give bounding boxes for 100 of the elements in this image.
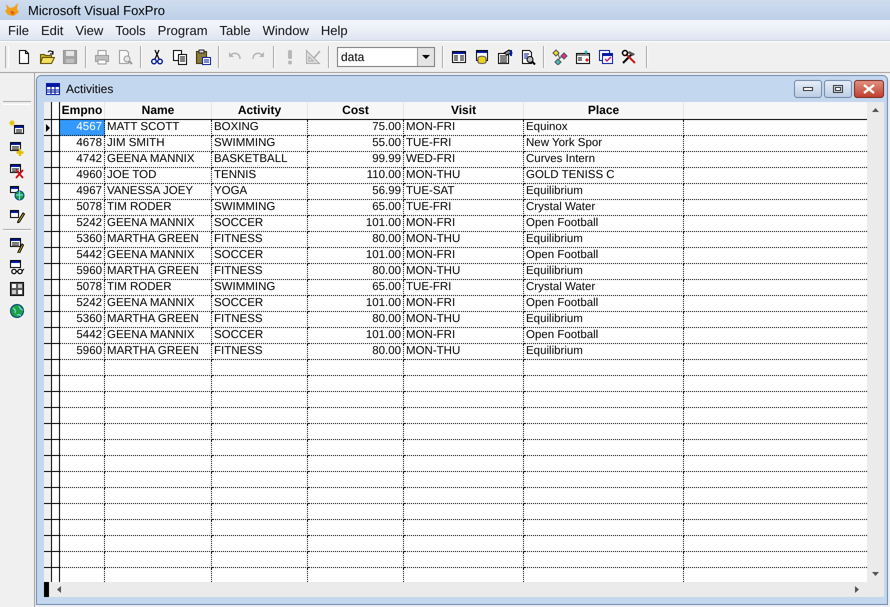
row-indicator[interactable] [44, 504, 52, 520]
scroll-down-icon[interactable] [872, 572, 879, 576]
table-cell: GEENA MANNIX [105, 216, 212, 232]
row-indicator[interactable] [44, 424, 52, 440]
table-cell: MON-THU [404, 232, 524, 248]
table-cell: MON-FRI [404, 296, 524, 312]
table-cell: Equinox [524, 120, 684, 136]
table-cell: Equilibrium [524, 232, 684, 248]
horizontal-scrollbar[interactable] [49, 582, 867, 597]
diamonds-icon[interactable] [552, 49, 568, 65]
row-indicator[interactable] [44, 296, 52, 312]
table-cell [60, 520, 105, 536]
row-indicator[interactable] [44, 184, 52, 200]
form-icon[interactable] [575, 49, 591, 65]
column-header[interactable]: Name [105, 102, 212, 119]
row-indicator[interactable] [44, 120, 52, 136]
row-indicator[interactable] [44, 472, 52, 488]
table-cell: WED-FRI [404, 152, 524, 168]
database-icon[interactable] [474, 49, 490, 65]
dropdown-field[interactable]: data [337, 47, 435, 67]
scroll-right-icon[interactable] [855, 586, 859, 593]
menu-item[interactable]: View [69, 22, 110, 38]
table-cell: SWIMMING [212, 136, 308, 152]
row-indicator[interactable] [44, 200, 52, 216]
row-indicator[interactable] [44, 168, 52, 184]
menu-item[interactable]: Help [314, 22, 354, 38]
binary-grid-icon[interactable] [9, 281, 25, 297]
table-cell: 110.00 [308, 168, 404, 184]
row-indicator[interactable] [44, 328, 52, 344]
menu-item[interactable]: Table [214, 22, 257, 38]
vertical-scrollbar[interactable] [867, 102, 884, 582]
table-cell: FITNESS [212, 264, 308, 280]
window-icon[interactable] [451, 49, 467, 65]
copy-icon[interactable] [172, 49, 188, 65]
row-indicator[interactable] [44, 568, 52, 582]
row-indicator[interactable] [44, 248, 52, 264]
row-indicator[interactable] [44, 312, 52, 328]
menu-item[interactable]: File [2, 22, 35, 38]
globe-window-icon[interactable] [9, 185, 25, 201]
menu-item[interactable]: Program [152, 22, 214, 38]
table-cell: TENNIS [212, 168, 308, 184]
row-indicator[interactable] [44, 376, 52, 392]
row-indicator[interactable] [44, 520, 52, 536]
row-indicator[interactable] [44, 456, 52, 472]
pencil-window-icon[interactable] [9, 207, 25, 223]
window-title: Activities [66, 82, 114, 96]
table-cell: MON-THU [404, 168, 524, 184]
row-indicator[interactable] [44, 152, 52, 168]
page-icon[interactable] [16, 49, 32, 65]
column-header[interactable]: Place [524, 102, 684, 119]
menu-item[interactable]: Tools [109, 22, 152, 38]
row-indicator[interactable] [44, 552, 52, 568]
table-cell: 101.00 [308, 248, 404, 264]
row-indicator[interactable] [44, 344, 52, 360]
row-indicator[interactable] [44, 360, 52, 376]
table-delete-icon[interactable] [9, 163, 25, 179]
table-cell: 55.00 [308, 136, 404, 152]
tools-icon[interactable] [621, 49, 637, 65]
splitter-handle[interactable] [44, 582, 49, 597]
check-window-icon[interactable] [598, 49, 614, 65]
table-cell [60, 536, 105, 552]
globe-icon[interactable] [9, 303, 25, 319]
row-indicator[interactable] [44, 488, 52, 504]
glasses-icon[interactable] [9, 259, 25, 275]
scroll-left-icon[interactable] [57, 586, 61, 593]
table-cell: YOGA [212, 184, 308, 200]
table-plus-icon[interactable] [9, 141, 25, 157]
table-pencil-icon[interactable] [9, 237, 25, 253]
row-indicator[interactable] [44, 280, 52, 296]
scissors-icon[interactable] [149, 49, 165, 65]
column-header[interactable]: Cost [308, 102, 404, 119]
row-indicator[interactable] [44, 392, 52, 408]
row-indicator[interactable] [44, 536, 52, 552]
menu-item[interactable]: Window [256, 22, 315, 38]
table-cell: SOCCER [212, 216, 308, 232]
column-header[interactable]: Activity [212, 102, 308, 119]
column-header[interactable]: Empno [60, 102, 105, 119]
magnifier-page-icon[interactable] [520, 49, 536, 65]
menu-item[interactable]: Edit [34, 22, 70, 38]
column-header[interactable]: Visit [404, 102, 524, 119]
table-cell: Open Football [524, 328, 684, 344]
table-cell: MON-FRI [404, 328, 524, 344]
table-cell: Curves Intern [524, 152, 684, 168]
row-indicator[interactable] [44, 408, 52, 424]
minimize-button[interactable] [794, 80, 822, 98]
row-indicator[interactable] [44, 264, 52, 280]
close-button[interactable] [854, 80, 884, 98]
clipboard-icon[interactable] [195, 49, 211, 65]
scroll-up-icon[interactable] [872, 108, 879, 112]
table-cell: Equilibrium [524, 344, 684, 360]
properties-icon[interactable] [497, 49, 513, 65]
row-indicator[interactable] [44, 440, 52, 456]
table-cell [60, 360, 105, 376]
row-indicator[interactable] [44, 216, 52, 232]
row-indicator[interactable] [44, 136, 52, 152]
folder-icon[interactable] [39, 49, 55, 65]
maximize-button[interactable] [824, 80, 852, 98]
row-indicator[interactable] [44, 232, 52, 248]
table-cell: 5442 [60, 328, 105, 344]
sparkle-table-icon[interactable] [9, 119, 25, 135]
